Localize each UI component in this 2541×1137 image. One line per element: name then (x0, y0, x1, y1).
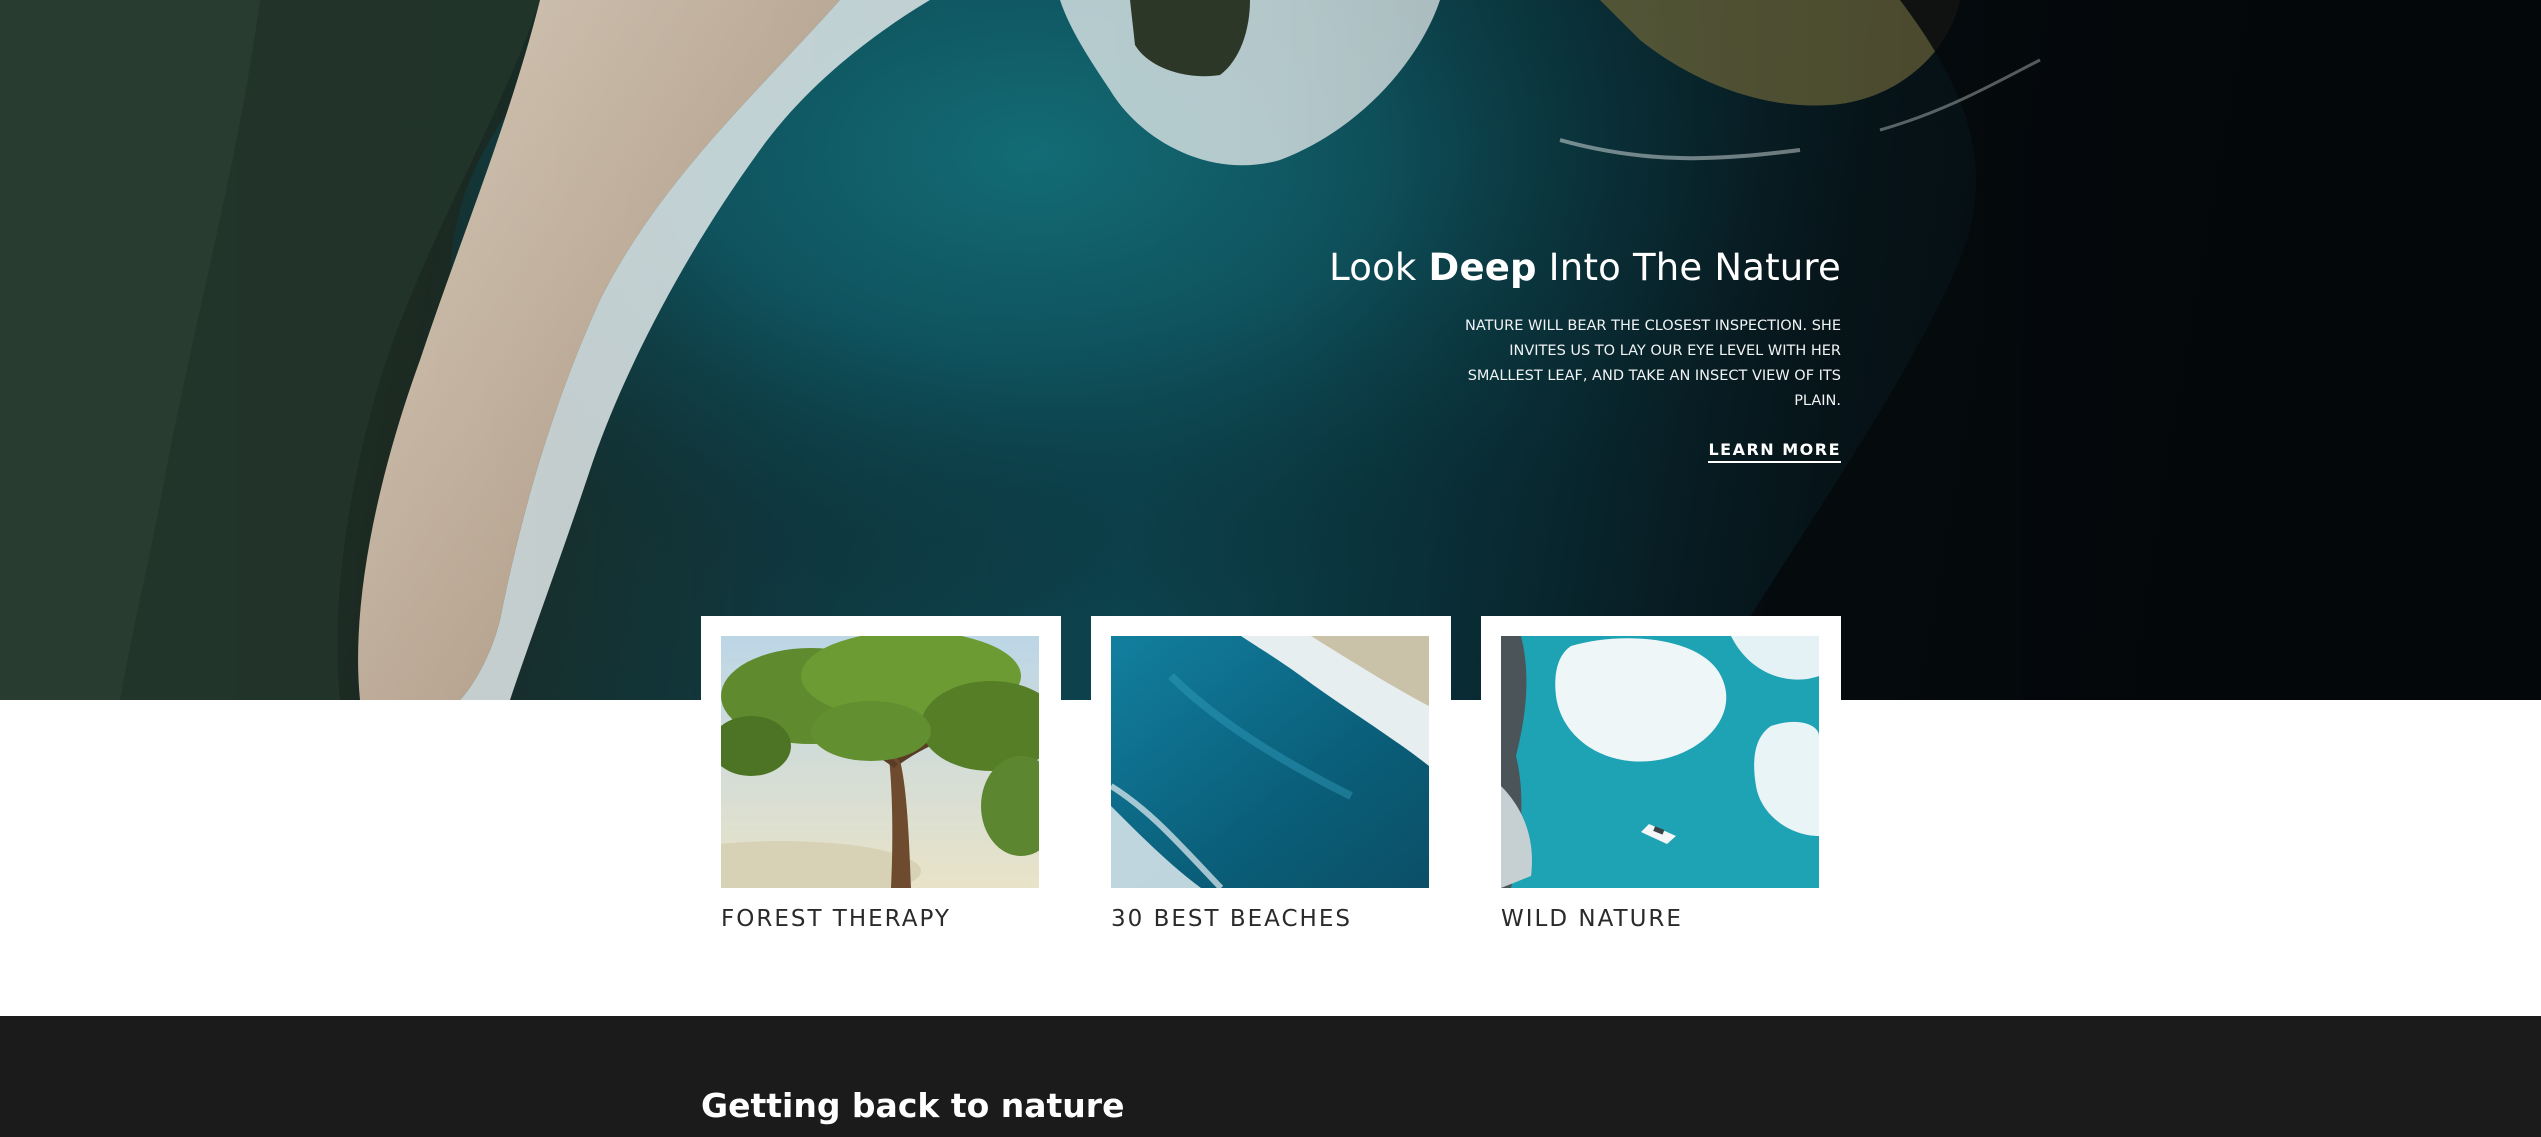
card-title[interactable]: FOREST THERAPY (721, 906, 951, 932)
card-title[interactable]: WILD NATURE (1501, 906, 1683, 932)
iceberg-boat-photo[interactable] (1501, 636, 1819, 888)
hero-overlay (0, 0, 2541, 700)
card-forest-therapy[interactable]: FOREST THERAPY (701, 616, 1061, 956)
card-wild-nature[interactable]: WILD NATURE (1481, 616, 1841, 956)
feature-cards: FOREST THERAPY 30 BEST BEACHES WILD NATU… (701, 616, 1841, 956)
hero-banner: Look Deep Into The Nature NATURE WILL BE… (0, 0, 2541, 700)
card-30-best-beaches[interactable]: 30 BEST BEACHES (1091, 616, 1451, 956)
section-title: Getting back to nature (701, 1086, 1125, 1125)
baobab-tree-photo[interactable] (721, 636, 1039, 888)
learn-more-link[interactable]: LEARN MORE (1708, 440, 1841, 463)
hero-content: Look Deep Into The Nature NATURE WILL BE… (1281, 246, 1841, 463)
hero-description: NATURE WILL BEAR THE CLOSEST INSPECTION.… (1465, 318, 1841, 409)
card-title[interactable]: 30 BEST BEACHES (1111, 906, 1352, 932)
hero-title: Look Deep Into The Nature (1329, 246, 1841, 289)
ocean-waves-photo[interactable] (1111, 636, 1429, 888)
getting-back-section: Getting back to nature (0, 1016, 2541, 1137)
